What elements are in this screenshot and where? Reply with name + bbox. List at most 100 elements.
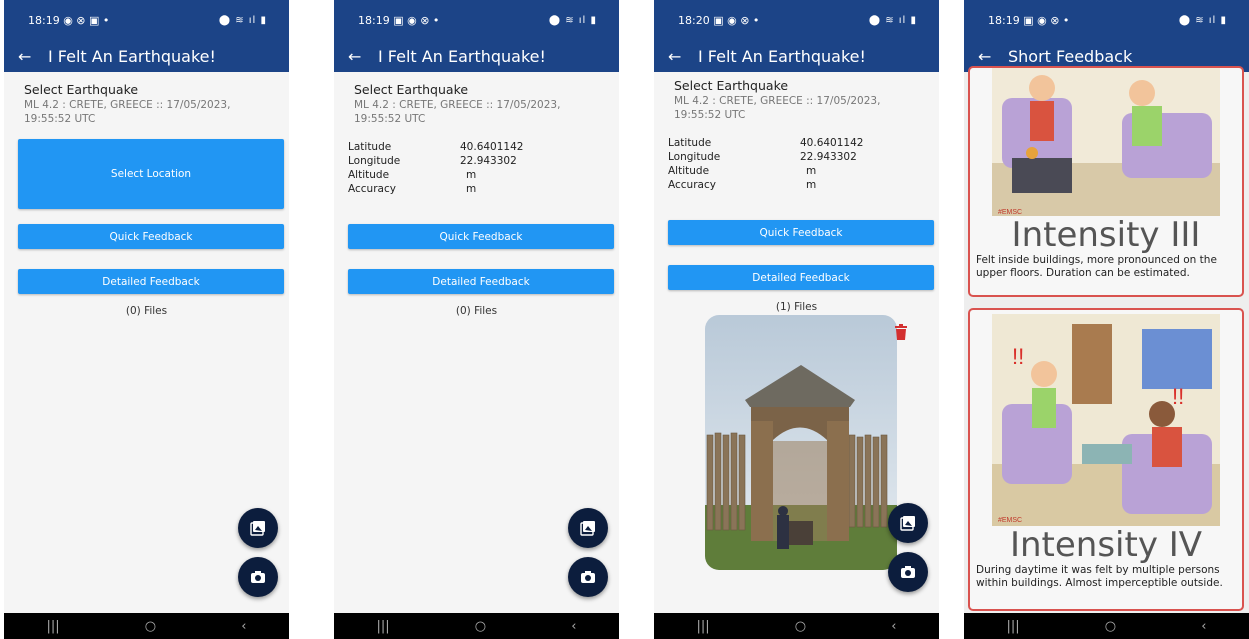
camera-button[interactable] [888, 552, 928, 592]
files-count: (0) Files [455, 305, 498, 317]
status-time: 18:20 [678, 13, 710, 27]
intensity-card[interactable]: !! !! #EMSC Intensity IV During daytime … [968, 308, 1244, 611]
back-arrow-icon[interactable]: ← [18, 47, 48, 66]
content: Select Earthquake ML 4.2 : CRETE, GREECE… [4, 72, 289, 613]
detailed-feedback-button[interactable]: Detailed Feedback [18, 269, 284, 294]
intensity-illustration: #EMSC [992, 68, 1220, 216]
location-info: Latitude 40.6401142 Longitude 22.943302 Al… [348, 140, 586, 196]
emsc-logo: #EMSC [998, 517, 1022, 524]
files-count: (0) Files [125, 305, 168, 317]
camera-icon [581, 571, 595, 583]
content: Select Earthquake ML 4.2 : CRETE, GREECE… [334, 72, 619, 613]
page-title: I Felt An Earthquake! [48, 46, 216, 66]
earthquake-event[interactable]: ML 4.2 : CRETE, GREECE :: 17/05/2023, 19… [24, 98, 269, 126]
home-icon[interactable]: ○ [1105, 619, 1116, 634]
system-icons: ⬤ ≋ ıl ▮ [1178, 14, 1227, 26]
earthquake-event[interactable]: ML 4.2 : CRETE, GREECE :: 17/05/2023, 19… [674, 94, 919, 122]
camera-icon [251, 571, 265, 583]
accuracy-label: Accuracy [668, 179, 716, 191]
system-icons: ⬤ ≋ ıl ▮ [548, 14, 597, 26]
status-bar: 18:19 ▣ ◉ ⊗ • ⬤ ≋ ıl ▮ [334, 0, 619, 40]
accuracy-value: m [466, 183, 477, 195]
files-count: (1) Files [775, 301, 818, 313]
altitude-label: Altitude [348, 169, 390, 181]
home-icon[interactable]: ○ [145, 619, 156, 634]
accuracy-value: m [806, 179, 817, 191]
back-nav-icon[interactable]: ‹ [891, 619, 896, 634]
status-bar: 18:19 ▣ ◉ ⊗ • ⬤ ≋ ıl ▮ [964, 0, 1249, 40]
status-bar: 18:20 ▣ ◉ ⊗ • ⬤ ≋ ıl ▮ [654, 0, 939, 40]
back-arrow-icon[interactable]: ← [978, 47, 1008, 66]
altitude-value: m [806, 165, 817, 177]
select-earthquake-label[interactable]: Select Earthquake [674, 78, 788, 93]
home-icon[interactable]: ○ [475, 619, 486, 634]
recents-icon[interactable]: ||| [1007, 619, 1020, 634]
intensity-description: During daytime it was felt by multiple p… [976, 564, 1223, 589]
intensity-title: Intensity III [1011, 215, 1201, 255]
app-bar: ← I Felt An Earthquake! [334, 40, 619, 72]
status-time: 18:19 [28, 13, 60, 27]
screen-location-set: 18:19 ▣ ◉ ⊗ • ⬤ ≋ ıl ▮ ← I Felt An Earth… [334, 0, 619, 639]
camera-button[interactable] [568, 557, 608, 597]
screen-select-location: 18:19 ◉ ⊗ ▣ • ⬤ ≋ ıl ▮ ← I Felt An Earth… [4, 0, 289, 639]
screen-short-feedback: 18:19 ▣ ◉ ⊗ • ⬤ ≋ ıl ▮ ← Short Feedback … [964, 0, 1249, 639]
photo-wooden-gate [705, 315, 897, 570]
svg-text:!!: !! [1172, 384, 1184, 409]
svg-text:!!: !! [1012, 344, 1024, 369]
back-nav-icon[interactable]: ‹ [571, 619, 576, 634]
home-icon[interactable]: ○ [795, 619, 806, 634]
quick-feedback-button[interactable]: Quick Feedback [18, 224, 284, 249]
intensity-card[interactable]: #EMSC Intensity III Felt inside building… [968, 66, 1244, 297]
camera-button[interactable] [238, 557, 278, 597]
image-gallery-icon [250, 521, 265, 536]
recents-icon[interactable]: ||| [697, 619, 710, 634]
image-gallery-icon [580, 521, 595, 536]
select-location-button[interactable]: Select Location [18, 139, 284, 209]
gallery-button[interactable] [238, 508, 278, 548]
system-nav-bar: ||| ○ ‹ [334, 613, 619, 639]
system-nav-bar: ||| ○ ‹ [964, 613, 1249, 639]
altitude-value: m [466, 169, 477, 181]
latitude-value: 40.6401142 [800, 137, 864, 149]
back-nav-icon[interactable]: ‹ [1201, 619, 1206, 634]
back-nav-icon[interactable]: ‹ [241, 619, 246, 634]
attached-photo[interactable] [705, 315, 897, 570]
back-arrow-icon[interactable]: ← [348, 47, 378, 66]
earthquake-event[interactable]: ML 4.2 : CRETE, GREECE :: 17/05/2023, 19… [354, 98, 599, 126]
trash-icon [895, 324, 907, 340]
page-title: I Felt An Earthquake! [698, 46, 866, 66]
select-earthquake-label[interactable]: Select Earthquake [354, 82, 468, 97]
quick-feedback-button[interactable]: Quick Feedback [668, 220, 934, 245]
system-icons: ⬤ ≋ ıl ▮ [868, 14, 917, 26]
page-title: Short Feedback [1008, 46, 1133, 66]
longitude-label: Longitude [348, 155, 401, 167]
longitude-value: 22.943302 [800, 151, 857, 163]
detailed-feedback-button[interactable]: Detailed Feedback [348, 269, 614, 294]
app-bar: ← I Felt An Earthquake! [654, 40, 939, 72]
system-icons: ⬤ ≋ ıl ▮ [218, 14, 267, 26]
gallery-button[interactable] [568, 508, 608, 548]
longitude-label: Longitude [668, 151, 721, 163]
content: Select Earthquake ML 4.2 : CRETE, GREECE… [654, 72, 939, 613]
quick-feedback-button[interactable]: Quick Feedback [348, 224, 614, 249]
gallery-button[interactable] [888, 503, 928, 543]
intensity-title: Intensity IV [1009, 525, 1203, 565]
system-nav-bar: ||| ○ ‹ [4, 613, 289, 639]
recents-icon[interactable]: ||| [47, 619, 60, 634]
status-indicators: ▣ ◉ ⊗ • [1023, 13, 1070, 27]
back-arrow-icon[interactable]: ← [668, 47, 698, 66]
accuracy-label: Accuracy [348, 183, 396, 195]
latitude-label: Latitude [348, 141, 392, 153]
detailed-feedback-button[interactable]: Detailed Feedback [668, 265, 934, 290]
location-info: Latitude 40.6401142 Longitude 22.943302 Al… [668, 136, 926, 192]
delete-photo-button[interactable] [894, 324, 908, 344]
longitude-value: 22.943302 [460, 155, 517, 167]
recents-icon[interactable]: ||| [377, 619, 390, 634]
image-gallery-icon [900, 516, 915, 531]
intensity-illustration: !! !! #EMSC [992, 314, 1220, 526]
status-indicators: ◉ ⊗ ▣ • [63, 13, 110, 27]
select-earthquake-label[interactable]: Select Earthquake [24, 82, 138, 97]
system-nav-bar: ||| ○ ‹ [654, 613, 939, 639]
latitude-label: Latitude [668, 137, 712, 149]
status-time: 18:19 [358, 13, 390, 27]
